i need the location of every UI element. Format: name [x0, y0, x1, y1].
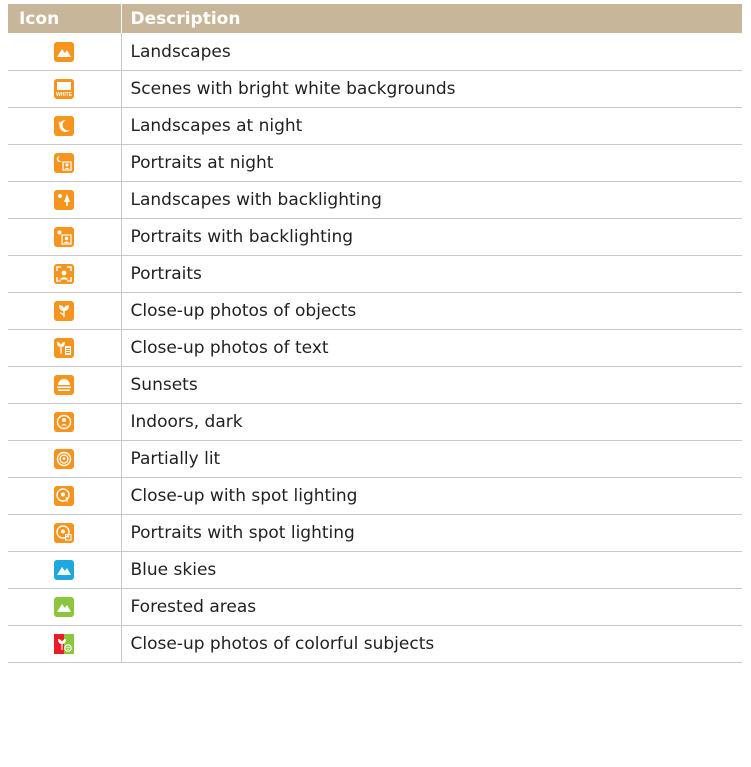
- table-row: Landscapes at night: [8, 107, 742, 145]
- scene-icon-reference-page: Icon Description Landscapes WHITE Scenes w…: [0, 0, 751, 767]
- icon-cell: [8, 144, 122, 182]
- description-cell: Scenes with bright white backgrounds: [121, 70, 742, 108]
- icon-cell: [8, 625, 122, 663]
- icon-column-header: Icon: [8, 4, 121, 33]
- backlit-landscape-icon: [54, 190, 75, 210]
- table-row: Close-up photos of colorful subjects: [8, 625, 742, 663]
- table-row: WHITE Scenes with bright white background…: [8, 70, 742, 108]
- table-row: Portraits with spot lighting: [8, 514, 742, 552]
- spot-closeup-icon: [54, 486, 75, 506]
- night-landscape-icon: [54, 116, 75, 136]
- description-cell: Sunsets: [121, 366, 742, 404]
- icon-cell: [8, 403, 122, 441]
- icon-cell: [8, 292, 122, 330]
- table-row: Close-up with spot lighting: [8, 477, 742, 515]
- icon-cell: [8, 366, 122, 404]
- blue-sky-icon: [54, 560, 75, 580]
- description-cell: Close-up photos of objects: [121, 292, 742, 330]
- table-row: Sunsets: [8, 366, 742, 404]
- description-cell: Portraits with backlighting: [121, 218, 742, 256]
- table-row: Landscapes: [8, 33, 742, 71]
- description-cell: Blue skies: [121, 551, 742, 589]
- macro-object-icon: [54, 301, 75, 321]
- table-row: Portraits at night: [8, 144, 742, 182]
- white-scene-icon: WHITE: [54, 79, 75, 99]
- description-cell: Landscapes with backlighting: [121, 181, 742, 219]
- table-row: Indoors, dark: [8, 403, 742, 441]
- icon-cell: [8, 107, 122, 145]
- partially-lit-icon: [54, 449, 75, 469]
- table-row: Portraits with backlighting: [8, 218, 742, 256]
- description-column-header: Description: [120, 4, 742, 33]
- description-cell: Indoors, dark: [121, 403, 742, 441]
- description-cell: Close-up photos of text: [121, 329, 742, 367]
- icon-cell: [8, 551, 122, 589]
- sunset-icon: [54, 375, 75, 395]
- indoor-dark-icon: [54, 412, 75, 432]
- landscape-icon: [54, 41, 75, 62]
- macro-text-icon: [54, 338, 75, 358]
- table-row: Forested areas: [8, 588, 742, 626]
- svg-text:WHITE: WHITE: [56, 92, 73, 98]
- description-cell: Portraits at night: [121, 144, 742, 182]
- icon-cell: [8, 255, 122, 293]
- table-row: Close-up photos of objects: [8, 292, 742, 330]
- backlit-portrait-icon: [54, 227, 75, 247]
- icon-cell: [8, 33, 122, 71]
- icon-cell: [8, 329, 122, 367]
- table-body: Landscapes WHITE Scenes with bright white …: [8, 33, 742, 663]
- table-row: Blue skies: [8, 551, 742, 589]
- portrait-icon: [54, 264, 75, 284]
- spot-portrait-icon: [54, 523, 75, 543]
- icon-cell: [8, 181, 122, 219]
- icon-cell: [8, 440, 122, 478]
- colorful-macro-icon: [54, 634, 75, 654]
- scene-icon-table: Icon Description Landscapes WHITE Scenes w…: [8, 4, 742, 663]
- table-row: Close-up photos of text: [8, 329, 742, 367]
- description-cell: Landscapes at night: [121, 107, 742, 145]
- icon-cell: [8, 477, 122, 515]
- icon-cell: [8, 588, 122, 626]
- table-row: Partially lit: [8, 440, 742, 478]
- description-cell: Portraits with spot lighting: [121, 514, 742, 552]
- description-cell: Landscapes: [121, 33, 742, 71]
- icon-cell: [8, 514, 122, 552]
- icon-cell: WHITE: [8, 70, 122, 108]
- description-cell: Portraits: [121, 255, 742, 293]
- table-header-row: Icon Description: [8, 4, 742, 33]
- table-row: Portraits: [8, 255, 742, 293]
- description-cell: Close-up with spot lighting: [121, 477, 742, 515]
- description-cell: Forested areas: [121, 588, 742, 626]
- description-cell: Partially lit: [121, 440, 742, 478]
- description-cell: Close-up photos of colorful subjects: [121, 625, 742, 663]
- icon-cell: [8, 218, 122, 256]
- forest-icon: [54, 597, 75, 617]
- table-row: Landscapes with backlighting: [8, 181, 742, 219]
- night-portrait-icon: [54, 153, 75, 173]
